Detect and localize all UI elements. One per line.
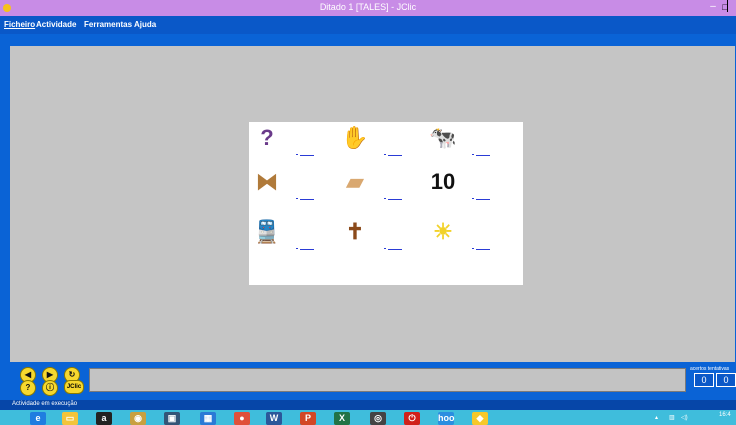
answer-dot [384,248,386,249]
menu-ajuda[interactable]: Ajuda [134,20,156,29]
answer-dot [296,198,298,199]
answer-field[interactable] [476,249,490,250]
status-bar [0,400,736,410]
counters-label: acertos tentativas [690,366,730,372]
minimize-button[interactable]: – [707,1,719,13]
system-tray: ▴ ▥ ◁) 16:4 [655,412,736,425]
maximize-button[interactable]: □ [719,1,731,13]
answer-dot [472,248,474,249]
activity-card [249,122,523,285]
amazon-icon[interactable]: a [96,412,112,425]
hand-icon: ✋ [341,125,369,150]
answer-field[interactable] [476,199,490,200]
cross-icon: ✝ [345,219,365,244]
app-icon-11[interactable]: ◎ [370,412,386,425]
sun-icon: ☀ [433,219,453,244]
knot-rope-icon: ⧓ [256,169,278,194]
answer-field[interactable] [300,199,314,200]
answer-field[interactable] [388,199,402,200]
answer-field[interactable] [300,249,314,250]
message-box [89,368,686,392]
tray-up-icon[interactable]: ▴ [655,414,658,421]
answer-field[interactable] [388,155,402,156]
menu-ficheiro[interactable]: Ficheiro [4,20,35,29]
answer-field[interactable] [476,155,490,156]
info-button[interactable]: ⓘ [42,380,58,396]
excel-icon[interactable]: X [334,412,350,425]
app-icon-5[interactable]: ▣ [164,412,180,425]
answer-field[interactable] [388,249,402,250]
train-icon: 🚆 [253,219,281,244]
right-counter: 0 [694,373,714,387]
menu-actividade[interactable]: Actividade [36,20,76,29]
help-button[interactable]: ? [20,380,36,396]
volume-icon[interactable]: ◁) [681,414,688,421]
bread-loaf-icon: ▰ [346,169,364,194]
menu-ferramentas[interactable]: Ferramentas [84,20,132,29]
answer-field[interactable] [300,155,314,156]
chrome-icon[interactable]: ● [234,412,250,425]
answer-dot [296,248,298,249]
network-icon[interactable]: ▥ [669,414,675,421]
answer-dot [472,198,474,199]
file-explorer-icon[interactable]: ▭ [62,412,78,425]
answer-dot [472,154,474,155]
word-icon[interactable]: W [266,412,282,425]
cow-icon: 🐄 [429,125,457,150]
answer-dot [296,154,298,155]
cursor-icon [727,0,728,12]
question-mark-figure-icon: ? [260,125,274,150]
app-icon-4[interactable]: ◉ [130,412,146,425]
menu-bar: Ficheiro Actividade Ferramentas Ajuda [0,16,736,34]
number-ten-icon: 10 [430,169,456,194]
jclic-task-icon[interactable]: ◆ [472,412,488,425]
ie-icon[interactable]: e [30,412,46,425]
window-title: Ditado 1 [TALES] - JClic [319,2,417,12]
app-icon-6[interactable]: ▦ [200,412,216,425]
tries-counter: 0 [716,373,736,387]
answer-dot [384,154,386,155]
powerpoint-icon[interactable]: P [300,412,316,425]
power-icon[interactable]: ⏻ [404,412,420,425]
answer-dot [384,198,386,199]
jclic-button[interactable]: JClic [64,380,84,394]
hoo-icon[interactable]: hoo [438,412,455,425]
status-text: Actividade em execução [12,401,78,407]
clock[interactable]: 16:4 [719,412,731,418]
